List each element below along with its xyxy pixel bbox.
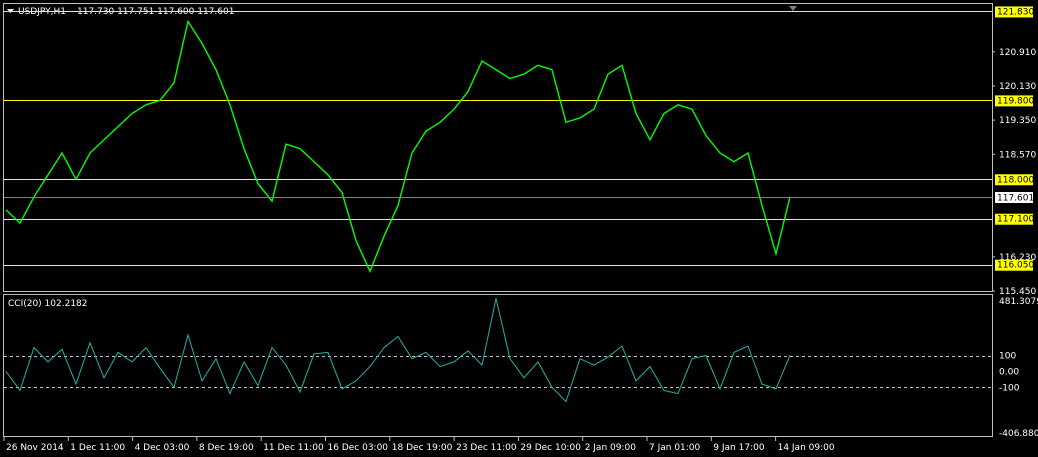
level-label: 117.100 bbox=[997, 215, 1034, 225]
x-tick-label: 14 Jan 09:00 bbox=[778, 443, 835, 453]
x-tick-label: 7 Jan 01:00 bbox=[649, 443, 701, 453]
cci-y-tick-label: 100 bbox=[999, 352, 1016, 362]
x-tick-label: 26 Nov 2014 bbox=[6, 443, 64, 453]
x-tick-label: 18 Dec 19:00 bbox=[392, 443, 453, 453]
level-label: 118.000 bbox=[997, 175, 1034, 185]
x-tick-label: 2 Jan 09:00 bbox=[585, 443, 637, 453]
x-tick-label: 16 Dec 03:00 bbox=[328, 443, 389, 453]
x-axis: 26 Nov 2014 1 Dec 11:00 4 Dec 03:00 8 Dec 1… bbox=[3, 437, 835, 453]
cci-y-tick-label: -406.8805 bbox=[999, 429, 1038, 439]
y-tick-label: 115.450 bbox=[999, 287, 1036, 297]
price-panel[interactable] bbox=[3, 3, 993, 292]
x-tick-label: 4 Dec 03:00 bbox=[135, 443, 190, 453]
x-tick-label: 9 Jan 17:00 bbox=[713, 443, 765, 453]
current-price-label: 117.601 bbox=[997, 194, 1034, 204]
y-tick-label: 120.130 bbox=[999, 82, 1036, 92]
x-tick-label: 8 Dec 19:00 bbox=[199, 443, 254, 453]
x-tick-label: 11 Dec 11:00 bbox=[263, 443, 324, 453]
cci-panel[interactable] bbox=[3, 294, 993, 437]
level-label: 119.800 bbox=[997, 96, 1034, 106]
price-layer: 120.910120.130119.350118.570116.230115.4… bbox=[4, 6, 1036, 297]
cci-title: CCI(20) 102.2182 bbox=[8, 299, 88, 309]
level-label: 121.830 bbox=[997, 7, 1034, 17]
y-tick-label: 118.570 bbox=[999, 150, 1036, 160]
cci-line bbox=[5, 298, 791, 403]
x-tick-label: 1 Dec 11:00 bbox=[70, 443, 125, 453]
cci-y-tick-label: 481.3079 bbox=[999, 297, 1038, 307]
y-tick-label: 119.350 bbox=[999, 116, 1036, 126]
cci-y-tick-label: -100 bbox=[999, 383, 1020, 393]
x-tick-label: 23 Dec 11:00 bbox=[456, 443, 517, 453]
cci-layer: 481.3079 100 0.00 -100 -406.8805 bbox=[4, 297, 1038, 439]
chart-shift-marker-icon[interactable] bbox=[789, 6, 797, 11]
cci-y-tick-label: 0.00 bbox=[999, 367, 1019, 377]
level-label: 116.050 bbox=[997, 261, 1034, 271]
price-line bbox=[5, 19, 791, 274]
y-tick-label: 120.910 bbox=[999, 48, 1036, 58]
chart-window[interactable]: USDJPY,H1 117.730 117.751 117.600 117.60… bbox=[0, 0, 1038, 457]
x-tick-label: 29 Dec 10:00 bbox=[520, 443, 581, 453]
